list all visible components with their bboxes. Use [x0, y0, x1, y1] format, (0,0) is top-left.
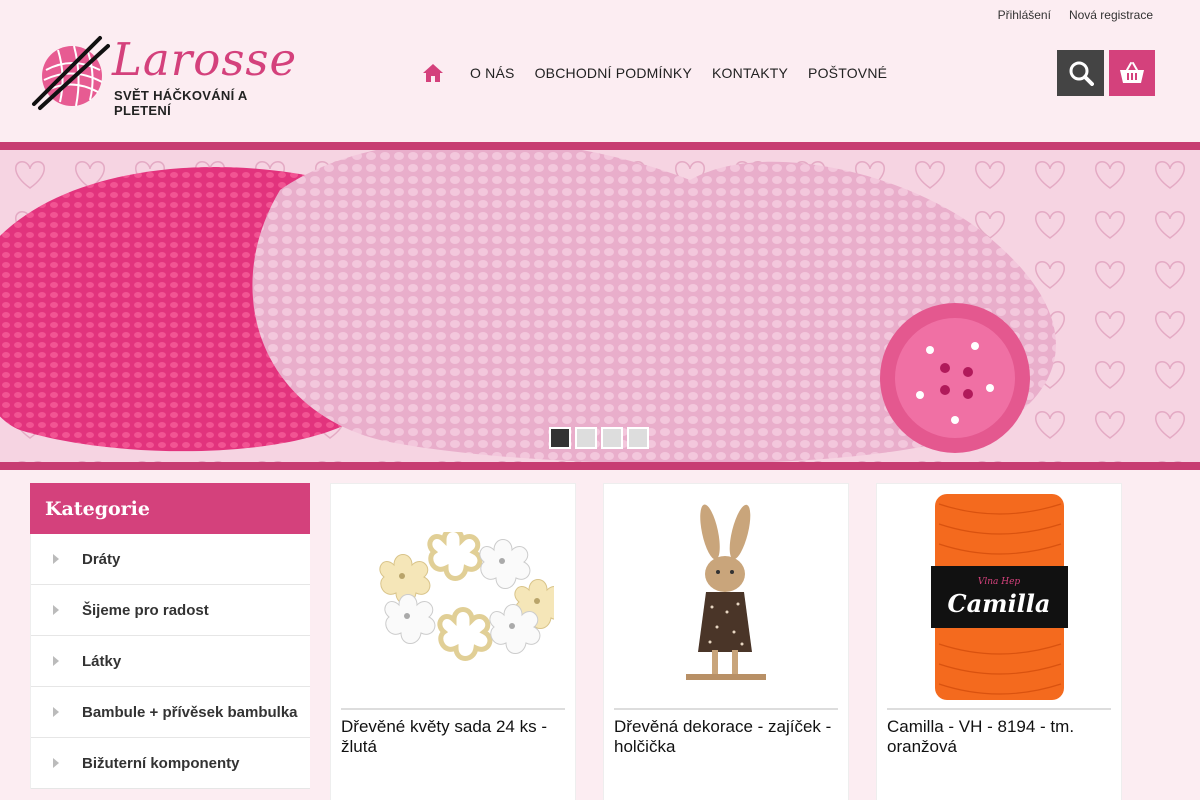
main-nav: O NÁS OBCHODNÍ PODMÍNKY KONTAKTY POŠTOVN… — [422, 62, 907, 84]
sidebar-item-label: Šijeme pro radost — [82, 601, 209, 619]
caret-right-icon — [53, 605, 59, 615]
product-card[interactable]: Vlna Hep Camilla Camilla - VH - 8194 - t… — [876, 483, 1122, 800]
basket-icon — [1120, 62, 1144, 83]
register-link[interactable]: Nová registrace — [1069, 8, 1153, 22]
slider-dot-4[interactable] — [627, 427, 649, 449]
product-card[interactable]: Dřevěná dekorace - zajíček - holčička — [603, 483, 849, 800]
nav-about[interactable]: O NÁS — [470, 65, 515, 81]
caret-right-icon — [53, 554, 59, 564]
category-list: Dráty Šijeme pro radost Látky Bambule + … — [30, 534, 310, 789]
sidebar-item-sewing[interactable]: Šijeme pro radost — [31, 585, 310, 636]
product-name[interactable]: Dřevěná dekorace - zajíček - holčička — [614, 717, 838, 757]
divider — [887, 708, 1111, 710]
sidebar-item-label: Bambule + přívěsek bambulka — [82, 703, 298, 721]
yarn-ball-logo-icon — [32, 36, 110, 110]
sidebar-item-label: Dráty — [82, 550, 121, 568]
caret-right-icon — [53, 758, 59, 768]
divider — [341, 708, 565, 710]
sidebar-item-label: Látky — [82, 652, 122, 670]
caret-right-icon — [53, 707, 59, 717]
product-card[interactable]: Dřevěné květy sada 24 ks - žlutá — [330, 483, 576, 800]
slider-dot-2[interactable] — [575, 427, 597, 449]
product-name[interactable]: Camilla - VH - 8194 - tm. oranžová — [887, 717, 1111, 757]
nav-contacts[interactable]: KONTAKTY — [712, 65, 788, 81]
slider-dot-3[interactable] — [601, 427, 623, 449]
sidebar-title: Kategorie — [30, 483, 310, 534]
sidebar-item-pompoms[interactable]: Bambule + přívěsek bambulka — [31, 687, 310, 738]
cart-button[interactable] — [1109, 50, 1155, 96]
site-logo[interactable]: Larosse SVĚT HÁČKOVÁNÍ A PLETENÍ — [30, 32, 305, 118]
nav-postage[interactable]: POŠTOVNÉ — [808, 65, 887, 81]
login-link[interactable]: Přihlášení — [998, 8, 1051, 22]
product-image[interactable]: Vlna Hep Camilla — [887, 494, 1112, 700]
product-image[interactable] — [614, 494, 839, 700]
search-button[interactable] — [1057, 50, 1104, 96]
top-links: Přihlášení Nová registrace — [998, 8, 1153, 22]
nav-terms[interactable]: OBCHODNÍ PODMÍNKY — [535, 65, 692, 81]
sidebar-item-label: Bižuterní komponenty — [82, 754, 240, 772]
category-sidebar: Kategorie Dráty Šijeme pro radost Látky … — [30, 483, 310, 789]
sidebar-item-fabrics[interactable]: Látky — [31, 636, 310, 687]
logo-name: Larosse — [112, 33, 298, 86]
banner-image — [0, 150, 1200, 462]
product-name[interactable]: Dřevěné květy sada 24 ks - žlutá — [341, 717, 565, 757]
sidebar-item-wires[interactable]: Dráty — [31, 534, 310, 585]
product-image[interactable] — [341, 494, 566, 700]
slider-dots — [549, 427, 649, 449]
yarn-label: Camilla — [948, 589, 1051, 618]
caret-right-icon — [53, 656, 59, 666]
hero-slider[interactable] — [0, 142, 1200, 470]
sidebar-item-jewelry[interactable]: Bižuterní komponenty — [31, 738, 310, 789]
logo-tagline: SVĚT HÁČKOVÁNÍ A PLETENÍ — [114, 88, 248, 118]
home-icon[interactable] — [422, 62, 444, 84]
search-icon — [1069, 61, 1094, 86]
brand-label: Vlna Hep — [978, 577, 1021, 587]
divider — [614, 708, 838, 710]
slider-dot-1[interactable] — [549, 427, 571, 449]
